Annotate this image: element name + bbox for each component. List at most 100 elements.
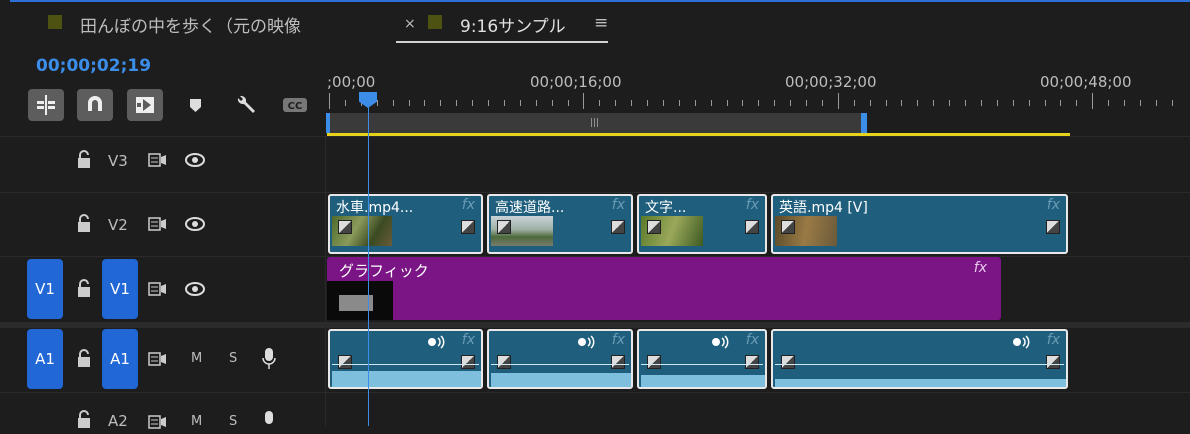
wrench-icon (237, 95, 255, 113)
audio-waveform (491, 373, 631, 387)
keyframe-end-icon (611, 220, 625, 234)
ruler-tick (535, 100, 537, 106)
video-clip-moji[interactable]: 文字... fx (637, 194, 767, 254)
track-label-v2[interactable]: V2 (108, 216, 128, 234)
ruler-tick (329, 93, 330, 109)
ruler-tick (1092, 93, 1094, 109)
clip-name: 高速道路... (495, 200, 565, 216)
playhead-timecode[interactable]: 00;00;02;19 (36, 56, 151, 76)
ruler-tick (344, 100, 346, 106)
fx-badge[interactable]: fx (746, 197, 759, 213)
video-clip-kosoku[interactable]: 高速道路... fx (487, 194, 633, 254)
track-label-v3[interactable]: V3 (108, 152, 128, 170)
video-clip-eigo[interactable]: 英語.mp4 [V] fx (771, 194, 1068, 254)
work-area-start-handle[interactable] (326, 113, 330, 133)
insert-sequence-button[interactable] (28, 89, 64, 121)
keyframe-end-icon (1046, 220, 1060, 234)
clip-name: 文字... (645, 200, 687, 216)
microphone-icon[interactable] (262, 347, 276, 371)
fx-badge[interactable]: fx (612, 332, 625, 348)
track-divider (0, 192, 1190, 193)
ruler-tick (726, 100, 728, 106)
track-target-a1[interactable]: A1 (102, 329, 138, 389)
ruler-tick (917, 100, 919, 106)
sync-lock-icon[interactable] (148, 414, 168, 430)
lock-icon[interactable] (76, 410, 92, 430)
header-divider (325, 136, 326, 426)
ruler-tick (456, 100, 458, 106)
fx-badge[interactable]: fx (462, 332, 475, 348)
ruler-tick (758, 100, 760, 106)
fx-badge[interactable]: fx (1047, 197, 1060, 213)
audio-waveform (332, 371, 481, 387)
ruler-tick (694, 100, 696, 106)
solo-button[interactable]: S (229, 351, 237, 366)
ruler-label-0: ;00;00 (327, 73, 376, 91)
microphone-icon[interactable] (262, 410, 276, 434)
work-area-end-handle[interactable] (861, 113, 867, 133)
work-area-grip: ||| (590, 118, 600, 128)
clip-name: 水車.mp4... (336, 200, 414, 216)
ruler-tick (631, 100, 633, 106)
svg-text:CC: CC (288, 101, 303, 112)
add-marker-button[interactable] (182, 89, 212, 121)
audio-clip[interactable]: fx (637, 329, 767, 389)
speaker-icon (712, 335, 729, 349)
mute-button[interactable]: M (191, 414, 202, 429)
eye-icon[interactable] (184, 152, 206, 168)
source-patch-a1[interactable]: A1 (27, 329, 63, 389)
tab-menu-icon[interactable]: ≡ (594, 13, 608, 33)
eye-icon[interactable] (184, 216, 206, 232)
solo-button[interactable]: S (229, 414, 237, 429)
sync-lock-icon[interactable] (148, 351, 168, 367)
ruler-tick (949, 100, 951, 106)
audio-clip[interactable]: fx (771, 329, 1068, 389)
ruler-tick (503, 100, 505, 106)
tab-close-icon[interactable]: × (404, 16, 416, 32)
ruler-tick (472, 100, 474, 106)
lock-icon[interactable] (76, 279, 92, 299)
ruler-tick (996, 100, 998, 106)
track-divider (0, 392, 1190, 393)
mute-button[interactable]: M (191, 351, 202, 366)
linked-selection-button[interactable] (127, 89, 163, 121)
fx-badge[interactable]: fx (974, 260, 987, 276)
tab-sequence-original[interactable]: 田んぼの中を歩く（元の映像 (80, 12, 301, 37)
video-audio-divider[interactable] (0, 322, 1190, 328)
sync-lock-icon[interactable] (148, 152, 168, 168)
lock-icon[interactable] (76, 214, 92, 234)
track-target-v1[interactable]: V1 (102, 259, 138, 319)
track-label-a2[interactable]: A2 (108, 412, 128, 430)
audio-clip[interactable]: fx (328, 329, 483, 389)
tab-sequence-active[interactable]: 9:16サンプル (460, 12, 566, 37)
video-clip-suisha[interactable]: 水車.mp4... fx (328, 194, 483, 254)
ruler-tick (710, 100, 712, 106)
ruler-tick (901, 100, 903, 106)
snap-button[interactable] (77, 89, 113, 121)
graphic-clip[interactable]: グラフィック fx (327, 257, 1001, 320)
playhead-line[interactable] (368, 98, 369, 426)
source-patch-v1[interactable]: V1 (27, 259, 63, 319)
lock-icon[interactable] (76, 150, 92, 170)
lock-icon[interactable] (76, 349, 92, 369)
fx-badge[interactable]: fx (746, 332, 759, 348)
ruler-tick (615, 100, 617, 106)
sync-lock-icon[interactable] (148, 216, 168, 232)
captions-button[interactable]: CC (280, 89, 310, 121)
ruler-tick (488, 100, 489, 106)
fx-badge[interactable]: fx (612, 197, 625, 213)
timeline-settings-button[interactable] (230, 89, 260, 121)
ruler-tick (853, 100, 855, 106)
ruler-tick (837, 93, 839, 109)
sync-lock-icon[interactable] (148, 281, 168, 297)
fx-badge[interactable]: fx (1047, 332, 1060, 348)
audio-clip[interactable]: fx (487, 329, 633, 389)
panel-focus-line (10, 0, 1190, 2)
ruler-label-16: 00;00;16;00 (530, 73, 622, 91)
ruler-tick (1028, 100, 1030, 106)
keyframe-start-icon (647, 220, 661, 234)
fx-badge[interactable]: fx (462, 197, 475, 213)
snap-magnet-icon (88, 96, 102, 111)
marker-icon (190, 99, 201, 112)
eye-icon[interactable] (184, 281, 206, 297)
